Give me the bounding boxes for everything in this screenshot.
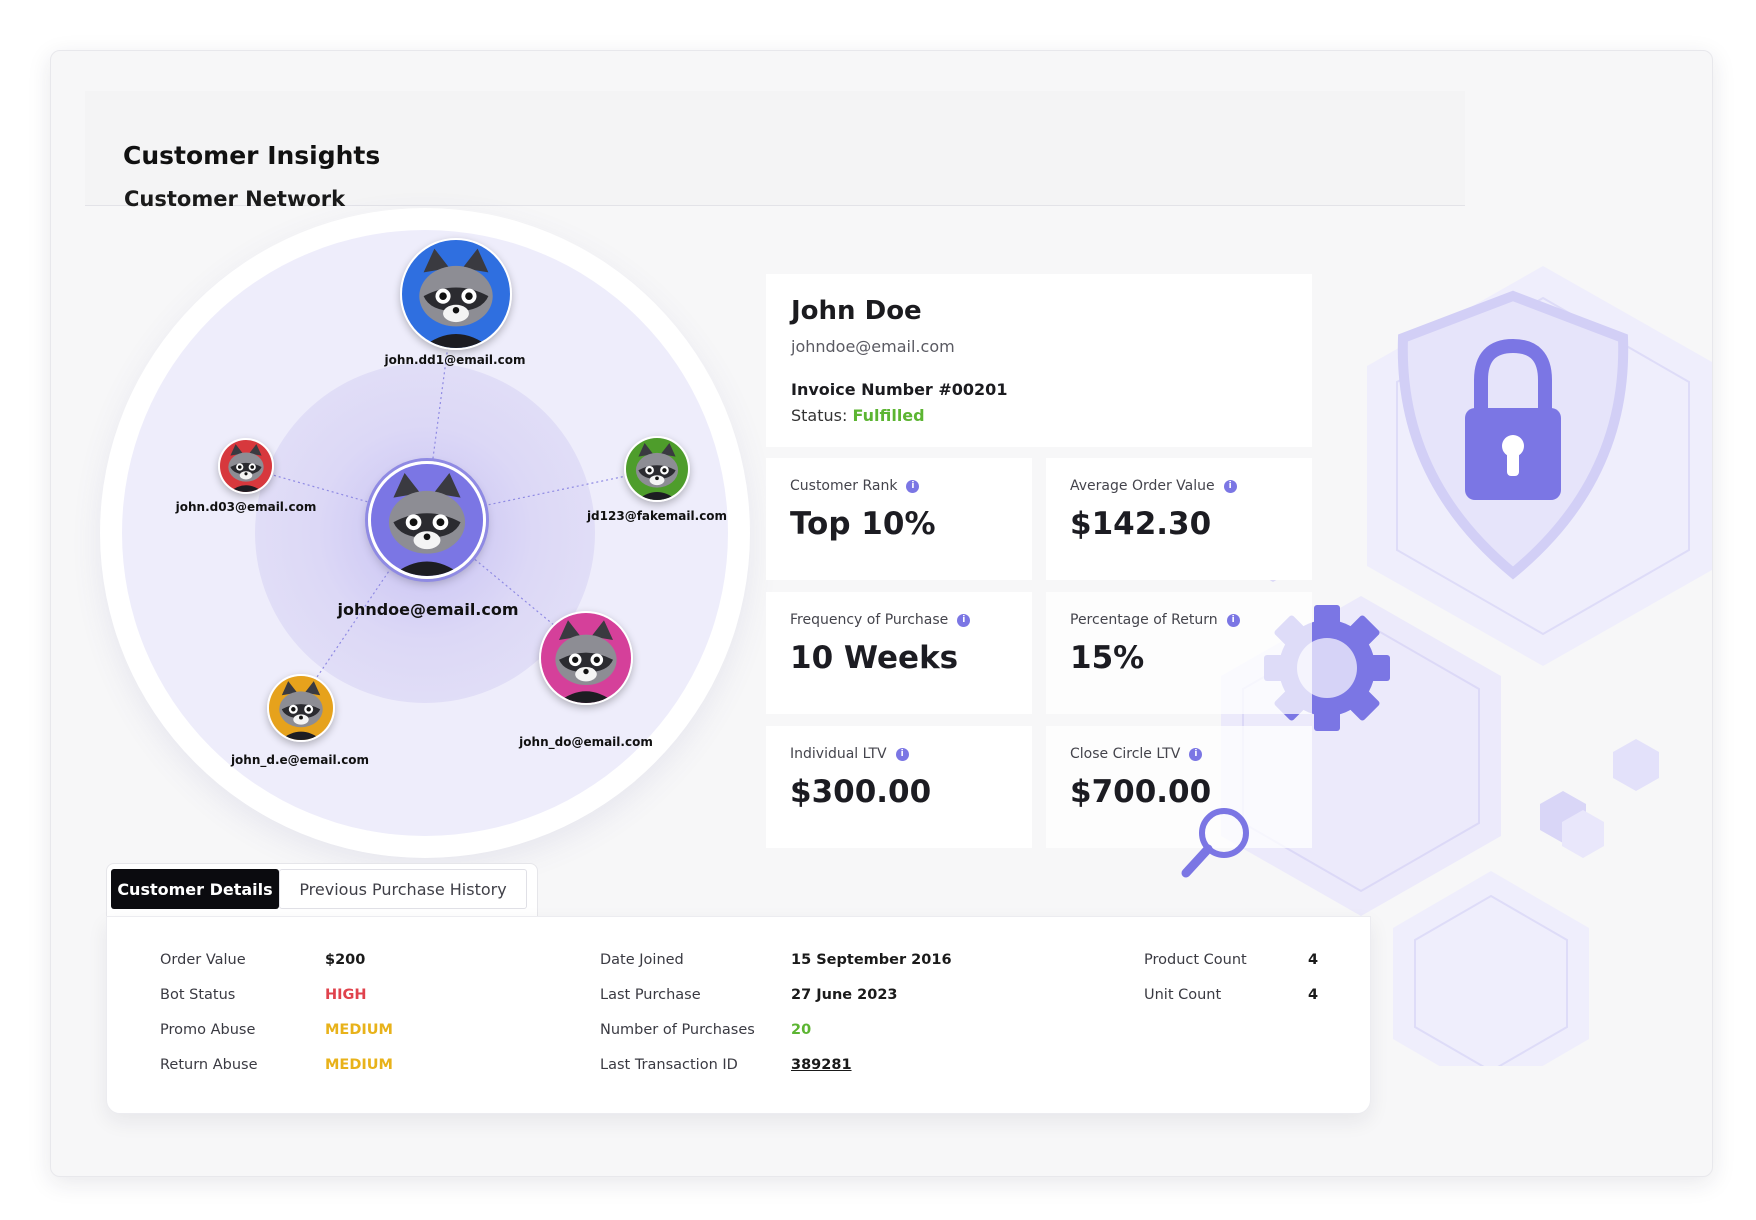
info-icon[interactable]: i bbox=[1223, 479, 1237, 493]
detail-value: MEDIUM bbox=[325, 1057, 393, 1073]
customer-network: johndoe@email.com john.dd1@email.com joh… bbox=[100, 208, 750, 858]
node-label-4: john_d.e@email.com bbox=[230, 753, 370, 767]
metric-value: $142.30 bbox=[1070, 506, 1212, 542]
info-icon[interactable]: i bbox=[1226, 613, 1240, 627]
avatar-center[interactable] bbox=[368, 461, 486, 579]
detail-label: Product Count bbox=[1144, 952, 1247, 968]
detail-label: Promo Abuse bbox=[160, 1022, 256, 1038]
detail-value: MEDIUM bbox=[325, 1022, 393, 1038]
detail-label: Order Value bbox=[160, 952, 246, 968]
detail-label: Last Purchase bbox=[600, 987, 701, 1003]
shield-lock-icon bbox=[1397, 290, 1629, 580]
node-label-1: john.dd1@email.com bbox=[384, 353, 526, 367]
node-label-center: johndoe@email.com bbox=[337, 600, 519, 619]
metric-label: Frequency of Purchase bbox=[790, 612, 949, 628]
info-icon[interactable]: i bbox=[895, 747, 909, 761]
metric-average-order-value: Average Order Value i $142.30 bbox=[1046, 458, 1312, 580]
detail-value: 4 bbox=[1308, 987, 1319, 1003]
avatar-node-4[interactable] bbox=[267, 674, 335, 742]
detail-label: Return Abuse bbox=[160, 1057, 258, 1073]
metric-frequency-of-purchase: Frequency of Purchase i 10 Weeks bbox=[766, 592, 1032, 714]
tab-customer-details[interactable]: Customer Details bbox=[111, 869, 279, 909]
status-label: Status: bbox=[791, 406, 848, 425]
metric-value: 15% bbox=[1070, 640, 1145, 676]
metric-customer-rank: Customer Rank i Top 10% bbox=[766, 458, 1032, 580]
page-title: Customer Insights bbox=[123, 141, 381, 170]
metric-label: Average Order Value bbox=[1070, 478, 1215, 494]
node-label-2: john.d03@email.com bbox=[175, 500, 317, 514]
invoice-number: Invoice Number #00201 bbox=[791, 380, 1008, 399]
detail-value: 20 bbox=[791, 1022, 812, 1038]
magnifier-icon bbox=[1181, 808, 1249, 878]
detail-value: 27 June 2023 bbox=[791, 987, 898, 1003]
avatar-node-3[interactable] bbox=[624, 436, 690, 502]
insights-card: Customer Insights Customer Network johnd… bbox=[50, 50, 1713, 1177]
metric-value: 10 Weeks bbox=[790, 640, 959, 676]
metric-label: Percentage of Return bbox=[1070, 612, 1218, 628]
detail-label: Date Joined bbox=[600, 952, 684, 968]
detail-value: HIGH bbox=[325, 987, 367, 1003]
customer-details-panel: Order Value $200 Bot Status HIGH Promo A… bbox=[106, 916, 1371, 1114]
customer-profile-card: John Doe johndoe@email.com Invoice Numbe… bbox=[766, 274, 1312, 447]
status-line: Status: Fulfilled bbox=[791, 406, 925, 425]
info-icon[interactable]: i bbox=[906, 479, 920, 493]
customer-email: johndoe@email.com bbox=[791, 337, 955, 356]
metric-label: Customer Rank bbox=[790, 478, 898, 494]
hexagon-bottom bbox=[1393, 871, 1589, 1066]
customer-name: John Doe bbox=[791, 296, 922, 326]
info-icon[interactable]: i bbox=[1189, 747, 1203, 761]
avatar-node-2[interactable] bbox=[218, 438, 274, 494]
info-icon[interactable]: i bbox=[957, 613, 971, 627]
metric-value: Top 10% bbox=[790, 506, 936, 542]
metric-individual-ltv: Individual LTV i $300.00 bbox=[766, 726, 1032, 848]
avatar-node-5[interactable] bbox=[539, 611, 633, 705]
detail-value: 15 September 2016 bbox=[791, 952, 952, 968]
avatar-node-1[interactable] bbox=[400, 238, 512, 350]
node-label-3: jd123@fakemail.com bbox=[586, 509, 728, 523]
transaction-id-link[interactable]: 389281 bbox=[791, 1057, 852, 1073]
detail-label: Unit Count bbox=[1144, 987, 1222, 1003]
detail-value: 4 bbox=[1308, 952, 1319, 968]
detail-label: Last Transaction ID bbox=[600, 1057, 738, 1073]
tab-previous-purchase-history[interactable]: Previous Purchase History bbox=[279, 869, 527, 909]
metric-label: Close Circle LTV bbox=[1070, 746, 1181, 762]
metric-percentage-of-return: Percentage of Return i 15% bbox=[1046, 592, 1312, 714]
status-value: Fulfilled bbox=[852, 406, 925, 425]
details-tabs: Customer Details Previous Purchase Histo… bbox=[106, 863, 538, 917]
metric-label: Individual LTV bbox=[790, 746, 887, 762]
detail-value: $200 bbox=[325, 952, 366, 968]
detail-label: Bot Status bbox=[160, 987, 236, 1003]
metric-value: $300.00 bbox=[790, 774, 932, 810]
detail-label: Number of Purchases bbox=[600, 1022, 755, 1038]
node-label-5: john_do@email.com bbox=[519, 735, 653, 749]
